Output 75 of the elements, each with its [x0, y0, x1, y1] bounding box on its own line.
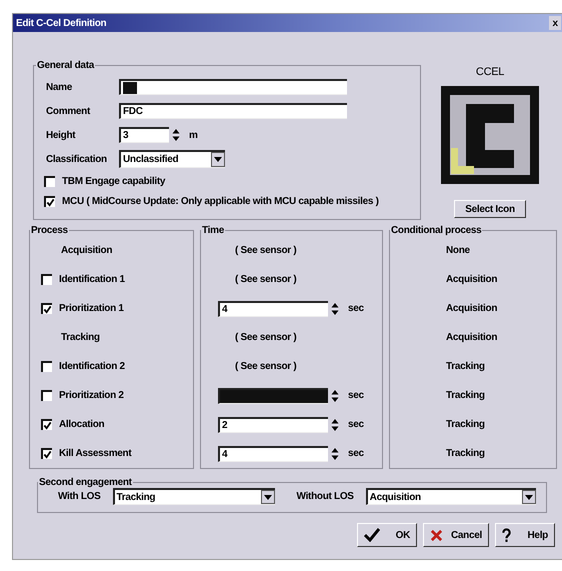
help-button[interactable]: Help [495, 523, 555, 547]
group-title: Process [30, 225, 69, 236]
conditional-text: Acquisition [446, 274, 498, 285]
checkbox-label: Kill Assessment [59, 448, 132, 459]
conditional-text: Tracking [446, 390, 485, 401]
unit-label: sec [348, 419, 364, 430]
spinner-icon[interactable] [331, 302, 339, 316]
process-label: Tracking [60, 332, 100, 343]
symbol-icon [441, 86, 539, 184]
without-los-dropdown[interactable]: Acquisition [366, 488, 536, 505]
field-label: Comment [45, 106, 92, 116]
unit-label: m [189, 130, 198, 140]
time-text: ( See sensor ) [234, 245, 296, 256]
field-label: Height [45, 130, 76, 140]
field-label: Classification [45, 154, 108, 164]
checkbox[interactable] [41, 390, 52, 401]
window-title: Edit C-Cel Definition [16, 18, 106, 28]
conditional-text: Tracking [446, 448, 485, 459]
checkbox-label: Allocation [59, 419, 104, 430]
conditional-text: Tracking [446, 361, 485, 372]
group-title: Second engagement [38, 477, 133, 488]
time-field[interactable]: 2 [218, 416, 328, 432]
spinner-icon[interactable] [331, 418, 339, 432]
checkbox-label: Identification 1 [59, 274, 125, 285]
checkbox[interactable] [41, 361, 52, 372]
unit-label: sec [348, 390, 364, 401]
field-label: Without LOS [296, 491, 355, 502]
time-field[interactable]: 4 [218, 446, 328, 462]
time-field[interactable]: 4 [218, 300, 328, 316]
checkbox-label: Identification 2 [59, 361, 125, 372]
checkbox[interactable] [41, 274, 52, 285]
spinner-icon[interactable] [331, 388, 339, 402]
group-title: Conditional process [390, 225, 482, 236]
dropdown-arrow-icon [214, 157, 222, 162]
field-label: With LOS [57, 491, 102, 502]
checkbox-label: Prioritization 2 [59, 390, 124, 401]
time-text: ( See sensor ) [234, 274, 296, 285]
unit-label: sec [348, 448, 364, 459]
unit-label: sec [348, 303, 364, 314]
select-icon-button[interactable]: Select Icon [454, 200, 526, 218]
close-button[interactable]: x [549, 16, 561, 30]
time-text: ( See sensor ) [234, 332, 296, 343]
process-label: Acquisition [60, 245, 112, 256]
field-label: Name [45, 82, 74, 92]
conditional-text: None [446, 245, 470, 256]
close-icon [430, 528, 443, 542]
ok-button[interactable]: OK [357, 523, 417, 547]
group-title: General data [36, 60, 95, 71]
checkbox[interactable] [44, 176, 55, 186]
conditional-text: Acquisition [446, 332, 498, 343]
checkbox[interactable] [44, 196, 55, 206]
height-field[interactable]: 3 [119, 127, 169, 143]
classification-dropdown[interactable]: Unclassified [119, 150, 225, 168]
checkbox[interactable] [41, 303, 52, 314]
checkbox-label: TBM Engage capability [62, 176, 166, 186]
checkbox-label: Prioritization 1 [59, 303, 124, 314]
icon-title: CCEL [476, 66, 504, 78]
with-los-dropdown[interactable]: Tracking [112, 488, 275, 505]
help-icon [502, 528, 511, 542]
cancel-button[interactable]: Cancel [423, 523, 489, 547]
group-title: Time [201, 225, 225, 236]
time-text: ( See sensor ) [234, 361, 296, 372]
dropdown-arrow-icon [524, 494, 533, 500]
comment-field[interactable]: FDC [119, 103, 347, 119]
conditional-text: Acquisition [446, 303, 498, 314]
name-field[interactable] [119, 79, 347, 95]
spinner-icon[interactable] [331, 446, 339, 460]
dropdown-arrow-icon [264, 494, 272, 500]
time-field[interactable] [218, 388, 328, 404]
checkbox[interactable] [41, 448, 52, 459]
checkbox-label: MCU ( MidCourse Update: Only applicable with MCU capable missiles ) [62, 196, 379, 206]
conditional-text: Tracking [446, 419, 485, 430]
spinner-icon[interactable] [172, 128, 180, 142]
check-icon [364, 528, 380, 542]
checkbox[interactable] [41, 419, 52, 430]
